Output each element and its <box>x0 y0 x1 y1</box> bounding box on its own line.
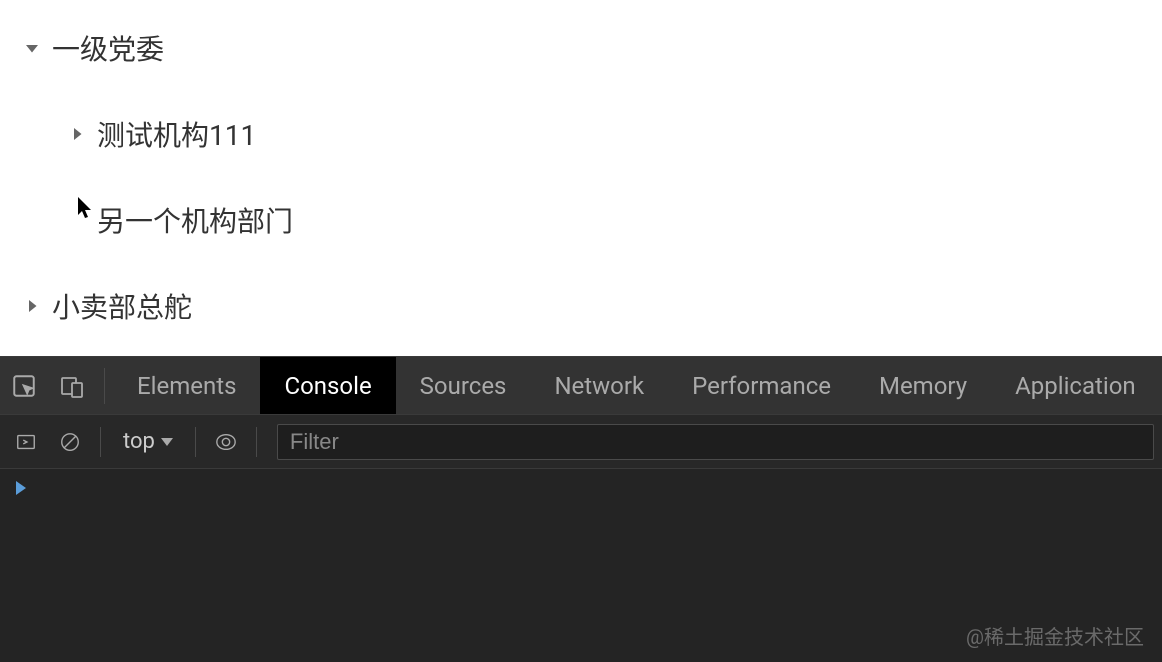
divider <box>195 427 196 457</box>
tree-node-label: 一级党委 <box>52 28 164 68</box>
tab-label: Network <box>554 372 644 400</box>
devtools-panel: Elements Console Sources Network Perform… <box>0 356 1162 662</box>
divider <box>104 368 105 404</box>
tree-panel: 一级党委 测试机构111 另一个机构部门 小卖部总舵 <box>0 0 1162 356</box>
tree-node-label: 小卖部总舵 <box>52 286 192 326</box>
tree-node-root2[interactable]: 小卖部总舵 <box>10 278 1152 334</box>
caret-down-icon <box>161 438 173 446</box>
tab-label: Sources <box>420 372 507 400</box>
tree-node-label: 测试机构111 <box>97 114 256 154</box>
tab-label: Elements <box>137 372 236 400</box>
console-toolbar: top <box>0 415 1162 469</box>
tree-node-root1[interactable]: 一级党委 <box>10 20 1152 76</box>
chevron-down-icon <box>20 36 44 60</box>
context-label: top <box>123 429 155 454</box>
tab-network[interactable]: Network <box>530 357 668 414</box>
tab-performance[interactable]: Performance <box>668 357 855 414</box>
live-expression-button[interactable] <box>208 424 244 460</box>
console-sidebar-toggle[interactable] <box>8 424 44 460</box>
watermark: @稀土掘金技术社区 <box>966 621 1144 650</box>
tab-console[interactable]: Console <box>260 357 395 414</box>
inspect-element-button[interactable] <box>0 362 48 410</box>
tree-node-c2[interactable]: 另一个机构部门 <box>10 192 1152 248</box>
tab-label: Memory <box>879 372 967 400</box>
tab-memory[interactable]: Memory <box>855 357 991 414</box>
tab-label: Console <box>284 372 371 400</box>
chevron-right-icon <box>65 122 89 146</box>
device-toggle-button[interactable] <box>48 362 96 410</box>
tab-elements[interactable]: Elements <box>113 357 260 414</box>
tree-node-c1[interactable]: 测试机构111 <box>10 106 1152 162</box>
execution-context-select[interactable]: top <box>113 425 183 458</box>
console-filter-input[interactable] <box>277 424 1154 460</box>
tree-children-root1: 测试机构111 另一个机构部门 <box>10 106 1152 248</box>
prompt-arrow-icon <box>16 481 26 495</box>
devtools-tab-bar: Elements Console Sources Network Perform… <box>0 357 1162 415</box>
divider <box>256 427 257 457</box>
clear-console-button[interactable] <box>52 424 88 460</box>
tree-node-label: 另一个机构部门 <box>97 200 293 240</box>
tab-label: Application <box>1015 372 1136 400</box>
tab-application[interactable]: Application <box>991 357 1160 414</box>
console-prompt[interactable] <box>16 481 1146 495</box>
divider <box>100 427 101 457</box>
console-output[interactable]: @稀土掘金技术社区 <box>0 469 1162 662</box>
chevron-right-icon <box>20 294 44 318</box>
tab-sources[interactable]: Sources <box>396 357 531 414</box>
tab-label: Performance <box>692 372 831 400</box>
